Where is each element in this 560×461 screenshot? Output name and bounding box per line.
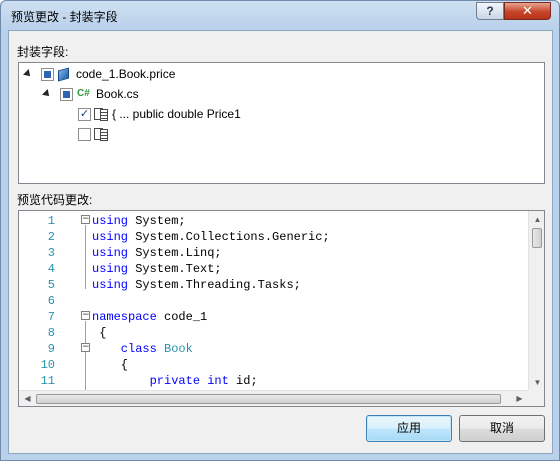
tree-item-property-2[interactable]: [19, 125, 544, 143]
code-text: private int id;: [92, 373, 258, 389]
fields-label: 封装字段:: [17, 45, 69, 59]
code-text: {: [92, 325, 106, 341]
code-text: {: [92, 357, 128, 373]
code-text: using System.Collections.Generic;: [92, 229, 330, 245]
line-number: 10: [40, 358, 55, 372]
line-number: 5: [47, 278, 55, 292]
line-number: 8: [47, 326, 55, 340]
tree-item-label: code_1.Book.price: [76, 67, 176, 81]
vertical-scroll-thumb[interactable]: [532, 228, 542, 248]
tree-checkbox-property[interactable]: ✓: [78, 108, 91, 121]
tree-item-class[interactable]: code_1.Book.price: [19, 65, 544, 83]
code-line: 1 using System;: [19, 213, 524, 229]
code-text: using System.Text;: [92, 261, 222, 277]
line-number: 9: [47, 342, 55, 356]
code-keyword: using: [92, 246, 129, 260]
scroll-corner: [528, 390, 544, 406]
code-text: using System.Threading.Tasks;: [92, 277, 301, 293]
code-preview[interactable]: 1 using System; 2 using System.Collections.…: [18, 210, 545, 407]
code-keyword: namespace: [92, 310, 157, 324]
tree-checkbox-property-2[interactable]: [78, 128, 91, 141]
code-line: 8 {: [19, 325, 524, 341]
help-button[interactable]: ?: [476, 2, 504, 20]
line-number: 7: [47, 310, 55, 324]
code-keyword: using: [92, 230, 129, 244]
fold-toggle-icon[interactable]: −: [81, 215, 90, 224]
scroll-down-icon[interactable]: ▼: [529, 374, 544, 391]
code-token: code_1: [156, 310, 208, 324]
horizontal-scrollbar[interactable]: ◀ ▶: [19, 390, 528, 406]
fold-guide: [85, 321, 86, 391]
code-line: 7 namespace code_1: [19, 309, 524, 325]
tree-item-property[interactable]: ✓ { ... public double Price1: [19, 105, 544, 123]
class-cube-icon: [58, 67, 69, 82]
tree-checkbox-file[interactable]: [60, 88, 73, 101]
scroll-right-icon[interactable]: ▶: [511, 391, 528, 406]
line-number: 6: [47, 294, 55, 308]
code-token: System.Collections.Generic;: [128, 230, 330, 244]
csharp-file-icon: C#: [77, 88, 90, 99]
code-token: {: [92, 358, 129, 372]
field-tree: code_1.Book.price C# Book.cs ✓ { ... pub…: [18, 62, 545, 184]
code-line: 11 private int id;: [19, 373, 524, 389]
fold-toggle-icon[interactable]: −: [81, 311, 90, 320]
close-button[interactable]: ✕: [504, 2, 551, 20]
code-token: {: [92, 326, 107, 340]
property-icon: [94, 107, 108, 121]
code-token: System.Linq;: [128, 246, 222, 260]
code-keyword: private: [92, 374, 201, 388]
code-keyword: class: [92, 342, 157, 356]
window-title: 预览更改 - 封装字段: [11, 10, 118, 24]
line-number: 2: [47, 230, 55, 244]
line-number: 1: [47, 214, 55, 228]
code-token: System.Text;: [128, 262, 222, 276]
tree-item-file[interactable]: C# Book.cs: [19, 85, 544, 103]
code-keyword: using: [92, 278, 129, 292]
horizontal-scroll-thumb[interactable]: [36, 394, 501, 404]
code-line: 5 using System.Threading.Tasks;: [19, 277, 524, 293]
tree-item-label: Book.cs: [96, 87, 139, 101]
code-text: using System.Linq;: [92, 245, 222, 261]
property-icon: [94, 127, 108, 141]
tree-checkbox-class[interactable]: [41, 68, 54, 81]
expand-collapse-icon[interactable]: [23, 69, 33, 79]
code-keyword: using: [92, 214, 129, 228]
apply-button[interactable]: 应用: [366, 415, 452, 442]
code-line: 10 {: [19, 357, 524, 373]
line-number: 4: [47, 262, 55, 276]
scroll-left-icon[interactable]: ◀: [19, 391, 36, 406]
vertical-scrollbar[interactable]: ▲ ▼: [528, 211, 544, 391]
code-token: System;: [128, 214, 186, 228]
code-line: 4 using System.Text;: [19, 261, 524, 277]
code-line: 3 using System.Linq;: [19, 245, 524, 261]
code-text: class Book: [92, 341, 193, 357]
code-keyword: using: [92, 262, 129, 276]
tree-item-label: { ... public double Price1: [112, 107, 241, 121]
code-text: using System;: [92, 213, 186, 229]
dialog-window: 预览更改 - 封装字段 ? ✕ 封装字段: code_1.Book.price …: [0, 0, 560, 461]
cancel-button[interactable]: 取消: [459, 415, 545, 442]
code-line: 2 using System.Collections.Generic;: [19, 229, 524, 245]
fold-toggle-icon[interactable]: −: [81, 343, 90, 352]
line-number: 11: [40, 374, 55, 388]
code-type-name: Book: [164, 342, 193, 356]
code-keyword: int: [207, 374, 229, 388]
code-line: 9 class Book: [19, 341, 524, 357]
code-preview-label: 预览代码更改:: [17, 193, 93, 207]
code-token: System.Threading.Tasks;: [128, 278, 301, 292]
code-text: namespace code_1: [92, 309, 207, 325]
expand-collapse-icon[interactable]: [42, 89, 52, 99]
code-line: 6: [19, 293, 524, 309]
fold-guide: [85, 225, 86, 289]
scroll-up-icon[interactable]: ▲: [529, 211, 544, 228]
code-token: id;: [228, 374, 258, 388]
dialog-body: 封装字段: code_1.Book.price C# Book.cs ✓ { .…: [8, 30, 553, 454]
line-number: 3: [47, 246, 55, 260]
title-bar[interactable]: 预览更改 - 封装字段 ? ✕: [1, 1, 559, 29]
